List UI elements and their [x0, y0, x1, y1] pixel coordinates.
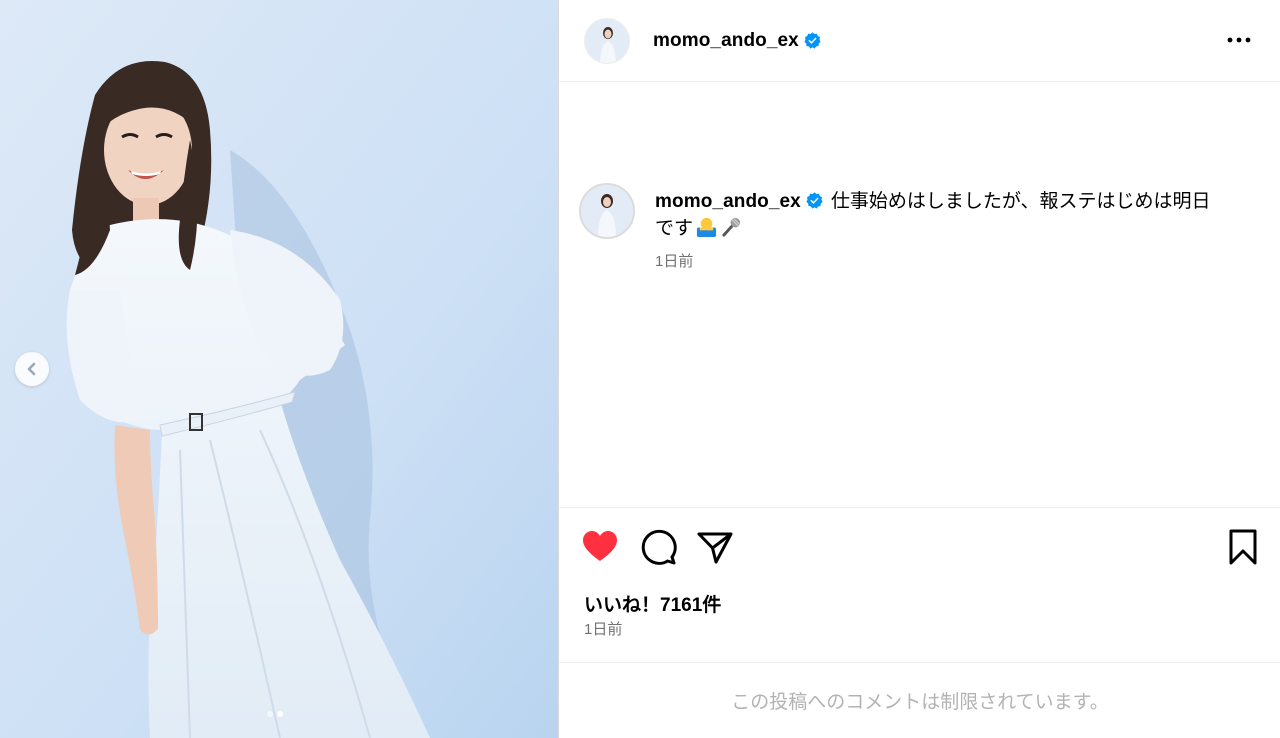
post-photo — [0, 0, 558, 738]
caption-timestamp[interactable]: 1日前 — [655, 250, 1245, 271]
caption-line: momo_ando_ex 仕事始めはしましたが、報ステはじめは明日 — [655, 188, 1245, 215]
comments-limited-notice: この投稿へのコメントは制限されています。 — [559, 662, 1280, 738]
carousel-dot-active — [277, 711, 283, 717]
caption-body-line2: です — [655, 218, 694, 239]
comment-icon[interactable] — [639, 528, 677, 566]
bookmark-icon[interactable] — [1224, 528, 1262, 566]
post-media[interactable] — [0, 0, 558, 738]
post-side-panel: momo_ando_ex momo_ando_ex 仕事始めはしましたが、報ステ… — [558, 0, 1280, 738]
post-timestamp[interactable]: 1日前 — [584, 618, 622, 639]
caption-row: momo_ando_ex 仕事始めはしましたが、報ステはじめは明日 です 1日前 — [579, 183, 1245, 271]
avatar[interactable] — [584, 17, 630, 64]
avatar-image — [585, 18, 629, 63]
caption-body-line1: 仕事始めはしましたが、報ステはじめは明日 — [830, 191, 1211, 212]
chevron-left-icon — [27, 362, 36, 376]
verified-badge-icon — [806, 192, 823, 209]
microphone-emoji-icon — [722, 217, 741, 237]
person-raising-hand-emoji-icon — [696, 217, 717, 238]
verified-badge-icon — [804, 32, 821, 49]
carousel-indicator — [267, 711, 283, 717]
caption-username[interactable]: momo_ando_ex — [655, 191, 801, 212]
carousel-dot — [267, 711, 273, 717]
share-icon[interactable] — [696, 528, 734, 566]
avatar-image — [581, 185, 633, 237]
caption-line-2: です — [655, 215, 1245, 242]
header-username[interactable]: momo_ando_ex — [653, 30, 799, 52]
caption-avatar[interactable] — [579, 183, 635, 239]
like-count[interactable]: いいね！7161件 — [584, 590, 721, 617]
caption-area: momo_ando_ex 仕事始めはしましたが、報ステはじめは明日 です 1日前 — [559, 82, 1280, 507]
action-bar: いいね！7161件 1日前 — [559, 507, 1280, 663]
more-options-icon[interactable] — [1226, 27, 1252, 53]
caption-text: momo_ando_ex 仕事始めはしましたが、報ステはじめは明日 です 1日前 — [655, 183, 1245, 271]
heart-filled-icon[interactable] — [581, 528, 619, 566]
post-header: momo_ando_ex — [559, 0, 1280, 82]
carousel-prev-button[interactable] — [15, 352, 49, 386]
